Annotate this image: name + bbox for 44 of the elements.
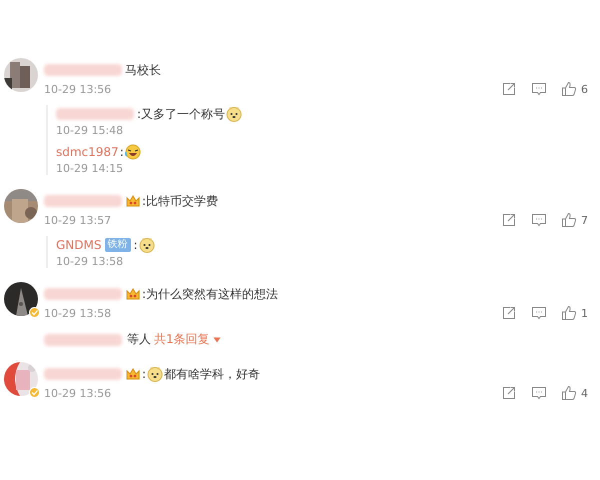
dog-face-icon: [226, 106, 242, 122]
thumbs-up-icon[interactable]: [561, 212, 577, 228]
like-count: 6: [581, 82, 588, 96]
timestamp: 10-29 13:56: [44, 386, 112, 400]
comment-icon[interactable]: [531, 81, 547, 97]
thumbs-up-icon[interactable]: [561, 81, 577, 97]
timestamp: 10-29 13:57: [44, 214, 112, 226]
dog-face-icon: [147, 366, 164, 382]
caret-icon[interactable]: [212, 336, 221, 342]
share-icon[interactable]: [501, 385, 517, 401]
thumbs-up-icon[interactable]: [561, 385, 577, 401]
crown-icon: [125, 286, 141, 302]
share-icon[interactable]: [501, 81, 517, 97]
reply-summary-text: 等人: [127, 331, 151, 348]
like-count: 1: [581, 306, 588, 320]
comment-icon[interactable]: [531, 385, 547, 401]
comment-text: :为什么突然有这样的想法: [142, 286, 278, 302]
comment-text: :: [134, 238, 138, 252]
comment-icon[interactable]: [531, 212, 547, 228]
replies-link[interactable]: 共1条回复: [154, 331, 210, 348]
like-count: 4: [581, 386, 588, 400]
share-icon[interactable]: [501, 305, 517, 321]
fan-badge: 铁粉: [104, 238, 130, 252]
crown-icon: [125, 193, 141, 209]
timestamp: 10-29 14:15: [56, 162, 124, 175]
crown-icon: [125, 366, 141, 382]
timestamp: 10-29 15:48: [56, 124, 124, 137]
comment-icon[interactable]: [531, 305, 547, 321]
timestamp: 10-29 13:56: [44, 82, 112, 96]
dog-face-icon: [138, 237, 155, 253]
user-name[interactable]: GNDMS: [56, 238, 102, 252]
comment-text: :又多了一个称号: [137, 106, 226, 122]
comment-text: 马校长: [125, 62, 161, 78]
user-name[interactable]: sdmc1987: [56, 145, 119, 159]
comment-text: :: [120, 145, 124, 159]
comment-text: :比特币交学费: [142, 192, 218, 210]
timestamp: 10-29 13:58: [56, 255, 124, 268]
share-icon[interactable]: [501, 212, 517, 228]
thumbs-up-icon[interactable]: [561, 305, 577, 321]
laughing-face-icon: [124, 144, 141, 160]
timestamp: 10-29 13:58: [44, 306, 112, 320]
comment-text: :: [142, 367, 146, 381]
like-count: 7: [581, 214, 588, 226]
comment-text: 都有啥学科，好奇: [164, 366, 260, 382]
